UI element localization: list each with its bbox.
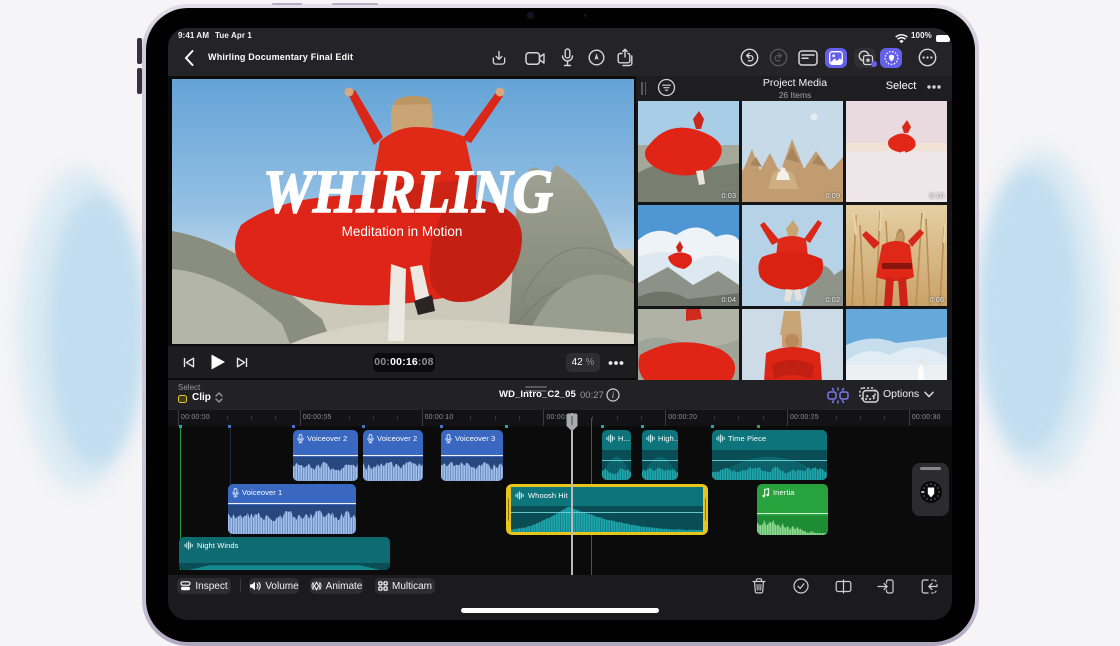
svg-text:Meditation in Motion: Meditation in Motion [342,224,463,239]
svg-text:i: i [612,390,615,400]
svg-text:WHIRLING: WHIRLING [263,159,553,226]
